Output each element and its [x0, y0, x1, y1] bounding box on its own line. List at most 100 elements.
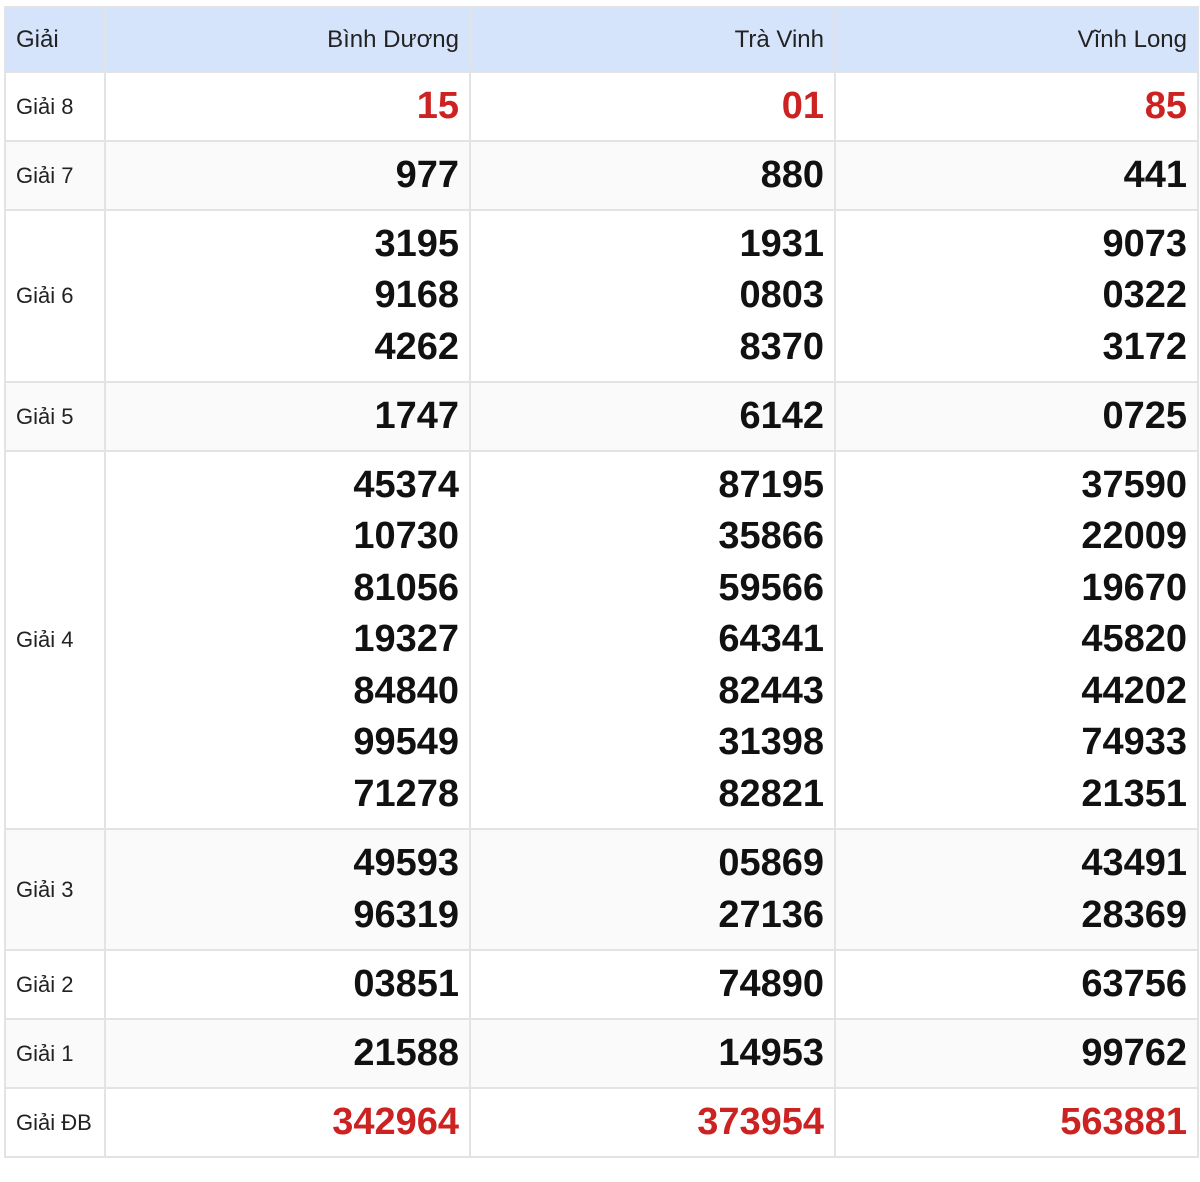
results-cell-tra-vinh: 6142: [469, 381, 836, 452]
results-cell-binh-duong: 15: [104, 71, 471, 142]
prize-label: Giải 4: [4, 450, 106, 830]
winning-number: 28369: [1081, 893, 1187, 936]
header-row: Giải Bình Dương Trà Vinh Vĩnh Long: [4, 6, 1199, 73]
winning-number: 342964: [332, 1100, 459, 1143]
prize-label: Giải 2: [4, 949, 106, 1020]
winning-number: 8370: [739, 325, 824, 368]
prize-row: Giải 5 1747 6142 0725: [4, 381, 1199, 452]
prize-row: Giải 3 49593 96319 05869 27136 43491 28369: [4, 828, 1199, 951]
province-header-tra-vinh: Trà Vinh: [469, 6, 836, 73]
prize-row: Giải ĐB 342964 373954 563881: [4, 1087, 1199, 1158]
results-cell-tra-vinh: 880: [469, 140, 836, 211]
results-cell-binh-duong: 977: [104, 140, 471, 211]
winning-number: 63756: [1081, 962, 1187, 1005]
winning-number: 03851: [353, 962, 459, 1005]
results-cell-tra-vinh: 74890: [469, 949, 836, 1020]
winning-number: 3172: [1102, 325, 1187, 368]
winning-number: 22009: [1081, 515, 1187, 558]
winning-number: 9073: [1102, 222, 1187, 265]
winning-number: 563881: [1060, 1100, 1187, 1143]
results-cell-binh-duong: 03851: [104, 949, 471, 1020]
winning-number: 0803: [739, 274, 824, 317]
province-header-binh-duong: Bình Dương: [104, 6, 471, 73]
winning-number: 1747: [374, 394, 459, 437]
results-cell-vinh-long: 85: [834, 71, 1199, 142]
winning-number: 96319: [353, 893, 459, 936]
province-header-vinh-long: Vĩnh Long: [834, 6, 1199, 73]
winning-number: 43491: [1081, 842, 1187, 884]
winning-number: 21588: [353, 1031, 459, 1074]
winning-number: 3195: [374, 222, 459, 265]
winning-number: 19327: [353, 618, 459, 661]
prize-row: Giải 2 03851 74890 63756: [4, 949, 1199, 1020]
winning-number: 82821: [718, 772, 824, 815]
results-cell-binh-duong: 45374 10730 81056 19327 84840 99549 71278: [104, 450, 471, 830]
results-cell-binh-duong: 342964: [104, 1087, 471, 1158]
winning-number: 441: [1123, 153, 1187, 196]
winning-number: 0322: [1102, 274, 1187, 317]
prize-row: Giải 7 977 880 441: [4, 140, 1199, 211]
winning-number: 71278: [353, 772, 459, 815]
winning-number: 19670: [1081, 566, 1187, 609]
winning-number: 64341: [718, 618, 824, 661]
winning-number: 10730: [353, 515, 459, 558]
winning-number: 85: [1144, 84, 1187, 127]
results-cell-tra-vinh: 14953: [469, 1018, 836, 1089]
prize-label: Giải ĐB: [4, 1087, 106, 1158]
prize-column-header: Giải: [4, 6, 106, 73]
results-cell-binh-duong: 1747: [104, 381, 471, 452]
prize-label: Giải 5: [4, 381, 106, 452]
prize-row: Giải 6 3195 9168 4262 1931 0803 8370 9073 0322 31…: [4, 209, 1199, 383]
results-cell-vinh-long: 63756: [834, 949, 1199, 1020]
winning-number: 45374: [353, 463, 459, 506]
winning-number: 373954: [697, 1100, 824, 1143]
winning-number: 45820: [1081, 618, 1187, 661]
prize-label: Giải 3: [4, 828, 106, 951]
prize-label: Giải 7: [4, 140, 106, 211]
winning-number: 6142: [739, 394, 824, 437]
winning-number: 99762: [1081, 1031, 1187, 1074]
winning-number: 15: [416, 84, 459, 127]
prize-row: Giải 8 15 01 85: [4, 71, 1199, 142]
prize-label: Giải 6: [4, 209, 106, 383]
prize-row: Giải 1 21588 14953 99762: [4, 1018, 1199, 1089]
winning-number: 37590: [1081, 463, 1187, 506]
winning-number: 59566: [718, 566, 824, 609]
results-cell-vinh-long: 0725: [834, 381, 1199, 452]
winning-number: 74933: [1081, 721, 1187, 764]
results-cell-vinh-long: 37590 22009 19670 45820 44202 74933 21351: [834, 450, 1199, 830]
winning-number: 880: [760, 153, 824, 196]
winning-number: 31398: [718, 721, 824, 764]
results-cell-binh-duong: 49593 96319: [104, 828, 471, 951]
results-cell-vinh-long: 9073 0322 3172: [834, 209, 1199, 383]
winning-number: 27136: [718, 893, 824, 936]
results-cell-vinh-long: 43491 28369: [834, 828, 1199, 951]
results-cell-vinh-long: 441: [834, 140, 1199, 211]
winning-number: 84840: [353, 669, 459, 712]
prize-row: Giải 4 45374 10730 81056 19327 84840 99549 7127…: [4, 450, 1199, 830]
prize-label: Giải 8: [4, 71, 106, 142]
winning-number: 01: [781, 84, 824, 127]
winning-number: 82443: [718, 669, 824, 712]
winning-number: 4262: [374, 325, 459, 368]
winning-number: 1931: [739, 222, 824, 265]
winning-number: 44202: [1081, 669, 1187, 712]
lottery-results-table: Giải Bình Dương Trà Vinh Vĩnh Long Giải …: [4, 6, 1199, 1158]
winning-number: 99549: [353, 721, 459, 764]
winning-number: 0725: [1102, 394, 1187, 437]
winning-number: 49593: [353, 842, 459, 884]
winning-number: 35866: [718, 515, 824, 558]
winning-number: 87195: [718, 463, 824, 506]
results-cell-tra-vinh: 01: [469, 71, 836, 142]
results-body: Giải 8 15 01 85 Giải 7 977 880 441 Giải 6 3195 916…: [4, 71, 1199, 1158]
winning-number: 9168: [374, 274, 459, 317]
results-cell-binh-duong: 21588: [104, 1018, 471, 1089]
results-cell-tra-vinh: 05869 27136: [469, 828, 836, 951]
results-cell-tra-vinh: 87195 35866 59566 64341 82443 31398 82821: [469, 450, 836, 830]
results-cell-tra-vinh: 1931 0803 8370: [469, 209, 836, 383]
winning-number: 977: [395, 153, 459, 196]
winning-number: 21351: [1081, 772, 1187, 815]
results-cell-vinh-long: 99762: [834, 1018, 1199, 1089]
results-cell-binh-duong: 3195 9168 4262: [104, 209, 471, 383]
winning-number: 74890: [718, 962, 824, 1005]
